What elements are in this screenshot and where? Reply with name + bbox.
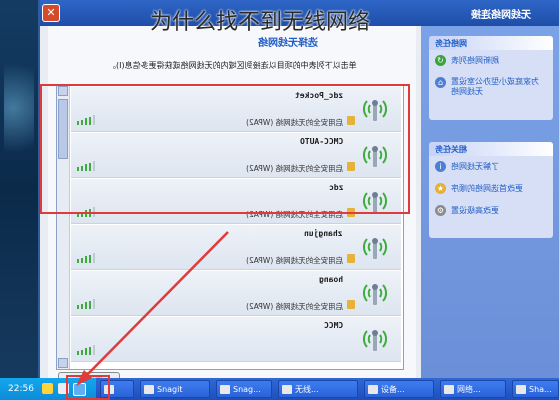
instruction-text: 单击以下列表中的项目以连接到区域内的无线网络或获得更多信息(I)。: [108, 61, 357, 70]
taskbar-label: Sha...: [529, 385, 552, 394]
star-icon: ★: [435, 183, 446, 194]
signal-strength-bars: [77, 299, 99, 309]
network-name: hoang: [318, 275, 343, 284]
wireless-network-icon: [363, 238, 387, 259]
visible-networks-highlight: [40, 84, 410, 214]
signal-bar: [89, 300, 91, 309]
app-icon: [516, 385, 526, 394]
info-icon: i: [435, 161, 446, 172]
signal-bar: [89, 254, 91, 263]
task-label: 更改高级设置: [451, 206, 499, 215]
close-button[interactable]: ✕: [42, 4, 60, 22]
app-icon: [144, 385, 154, 394]
taskbar-item-wireless[interactable]: 无线...: [278, 380, 358, 398]
network-name: zhangjun: [304, 229, 343, 238]
app-icon: [368, 385, 378, 394]
task-label: 刷新网络列表: [451, 56, 499, 65]
network-security: 启用安全的无线网络 (WPA2): [245, 256, 343, 265]
network-item[interactable]: hoang 启用安全的无线网络 (WPA2): [71, 271, 401, 316]
signal-bar: [85, 256, 87, 263]
clock: 22:56: [8, 384, 34, 394]
desktop-background: [0, 0, 40, 378]
wireless-network-icon: [363, 330, 387, 351]
signal-bar: [85, 348, 87, 355]
task-sidebar: 网络任务 ↻ 刷新网络列表 ⌂ 为家庭或小型办公室设置无线网络 相关任务 i 了…: [421, 26, 559, 378]
signal-bar: [77, 351, 79, 355]
wireless-connection-window: ✕ 无线网络连接 选择无线网络 单击以下列表中的项目以连接到区域内的无线网络或获…: [38, 0, 559, 390]
taskbar-label: Snag...: [233, 385, 261, 394]
refresh-network-list-link[interactable]: ↻ 刷新网络列表: [429, 50, 553, 72]
network-item[interactable]: zhangjun 启用安全的无线网络 (WPA2): [71, 225, 401, 270]
taskbar-item-device[interactable]: 设备...: [364, 380, 434, 398]
network-security: 启用安全的无线网络 (WPA2): [245, 302, 343, 311]
tray-icon-highlight: [66, 375, 110, 400]
signal-strength-bars: [77, 253, 99, 263]
signal-bar: [89, 346, 91, 355]
taskbar-item-network[interactable]: 网络...: [440, 380, 506, 398]
network-item[interactable]: CMCC: [71, 317, 401, 362]
signal-bar: [93, 253, 95, 263]
signal-bar: [77, 259, 79, 263]
task-label: 更改首选网络的顺序: [451, 184, 523, 193]
network-name: CMCC: [323, 321, 343, 330]
related-tasks-title: 相关任务: [429, 142, 553, 156]
app-icon: [444, 385, 454, 394]
taskbar-label: 网络...: [457, 385, 481, 394]
taskbar-label: 无线...: [295, 385, 319, 394]
related-tasks-panel: 相关任务 i 了解无线网络 ★ 更改首选网络的顺序 ⚙ 更改高级设置: [429, 142, 553, 238]
taskbar-label: 设备...: [381, 385, 405, 394]
learn-wireless-link[interactable]: i 了解无线网络: [429, 156, 553, 178]
signal-bar: [81, 349, 83, 355]
setup-wireless-network-link[interactable]: ⌂ 为家庭或小型办公室设置无线网络: [429, 72, 553, 112]
wireless-network-icon: [363, 284, 387, 305]
network-tasks-title: 网络任务: [429, 36, 553, 50]
network-tasks-panel: 网络任务 ↻ 刷新网络列表 ⌂ 为家庭或小型办公室设置无线网络: [429, 36, 553, 120]
signal-bar: [81, 257, 83, 263]
lock-icon: [347, 300, 355, 309]
signal-bar: [81, 303, 83, 309]
signal-bar: [85, 302, 87, 309]
signal-bar: [77, 305, 79, 309]
settings-icon: ⚙: [435, 205, 446, 216]
refresh-icon: ↻: [435, 55, 446, 66]
setup-icon: ⌂: [435, 77, 446, 88]
taskbar-item-share[interactable]: Sha...: [512, 380, 559, 398]
app-icon: [282, 385, 292, 394]
taskbar-label: Snagit: [157, 385, 183, 394]
signal-bar: [93, 345, 95, 355]
shield-icon[interactable]: [42, 383, 53, 394]
section-title: 选择无线网络: [258, 38, 318, 49]
signal-strength-bars: [77, 345, 99, 355]
page-headline: 为什么找不到无线网络: [150, 10, 371, 35]
change-preferred-order-link[interactable]: ★ 更改首选网络的顺序: [429, 178, 553, 200]
taskbar-item-snagit[interactable]: Snagit: [140, 380, 210, 398]
scroll-down-arrow[interactable]: [58, 358, 68, 368]
change-advanced-settings-link[interactable]: ⚙ 更改高级设置: [429, 200, 553, 222]
window-title: 无线网络连接: [471, 10, 531, 21]
signal-bar: [93, 299, 95, 309]
task-label: 了解无线网络: [451, 162, 499, 171]
task-label: 为家庭或小型办公室设置无线网络: [451, 77, 539, 96]
lock-icon: [347, 254, 355, 263]
taskbar-item-snag[interactable]: Snag...: [216, 380, 272, 398]
app-icon: [220, 385, 230, 394]
